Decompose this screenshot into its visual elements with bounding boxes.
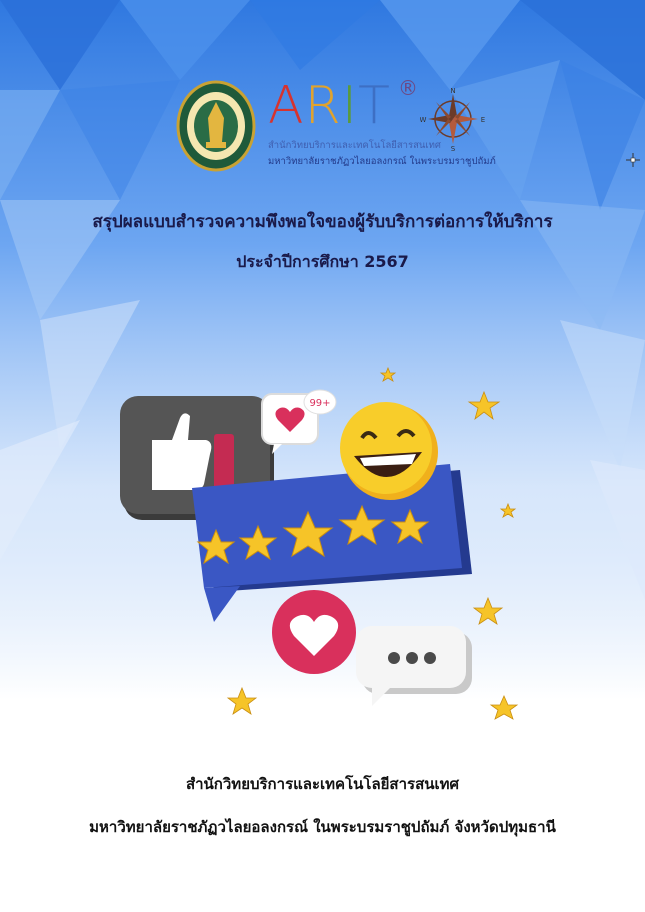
footer-office-name: สำนักวิทยบริการและเทคโนโลยีสารสนเทศ (185, 775, 460, 793)
small-star-icon (489, 695, 519, 720)
badge-count: 99+ (309, 398, 330, 409)
small-star-icon (499, 502, 517, 518)
compass-e: E (481, 116, 485, 124)
document-title: สรุปผลแบบสำรวจความพึงพอใจของผู้รับบริการ… (92, 212, 553, 232)
logo-office-name: สำนักวิทยบริการและเทคโนโลยีสารสนเทศ (268, 140, 441, 151)
small-star-icon (472, 596, 504, 625)
arit-letter-i: I (341, 76, 359, 136)
logo-university-name: มหาวิทยาลัยราชภัฏวไลยอลงกรณ์ ในพระบรมราช… (268, 156, 496, 167)
heart-notification: 99+ (261, 389, 337, 454)
chat-bubble-icon (356, 626, 472, 706)
university-seal-icon (176, 80, 256, 172)
small-star-icon (379, 366, 397, 382)
arit-letter-r: R (304, 76, 342, 136)
compass-n: N (450, 87, 455, 95)
small-star-icon (467, 390, 501, 421)
small-star-icon (226, 686, 258, 715)
compass-s: S (451, 145, 456, 152)
crosshair-cursor-icon (626, 153, 640, 167)
document-page: ARIT ® N S E W สำนักวิทยบริการและเทคโนโล… (0, 0, 645, 912)
header-logo: ARIT ® N S E W สำนักวิทยบริการและเทคโนโล… (176, 72, 496, 176)
satisfaction-illustration: 99+ (120, 366, 519, 720)
footer-university-name: มหาวิทยาลัยราชภัฏวไลยอลงกรณ์ ในพระบรมราช… (89, 818, 556, 836)
arit-letter-a: A (268, 76, 305, 136)
registered-mark: ® (398, 76, 418, 100)
arit-letter-t: T (358, 76, 391, 136)
document-subtitle: ประจำปีการศึกษา 2567 (236, 252, 409, 271)
compass-w: W (420, 116, 427, 124)
arit-wordmark: ARIT (268, 78, 391, 134)
heart-circle (272, 590, 356, 674)
